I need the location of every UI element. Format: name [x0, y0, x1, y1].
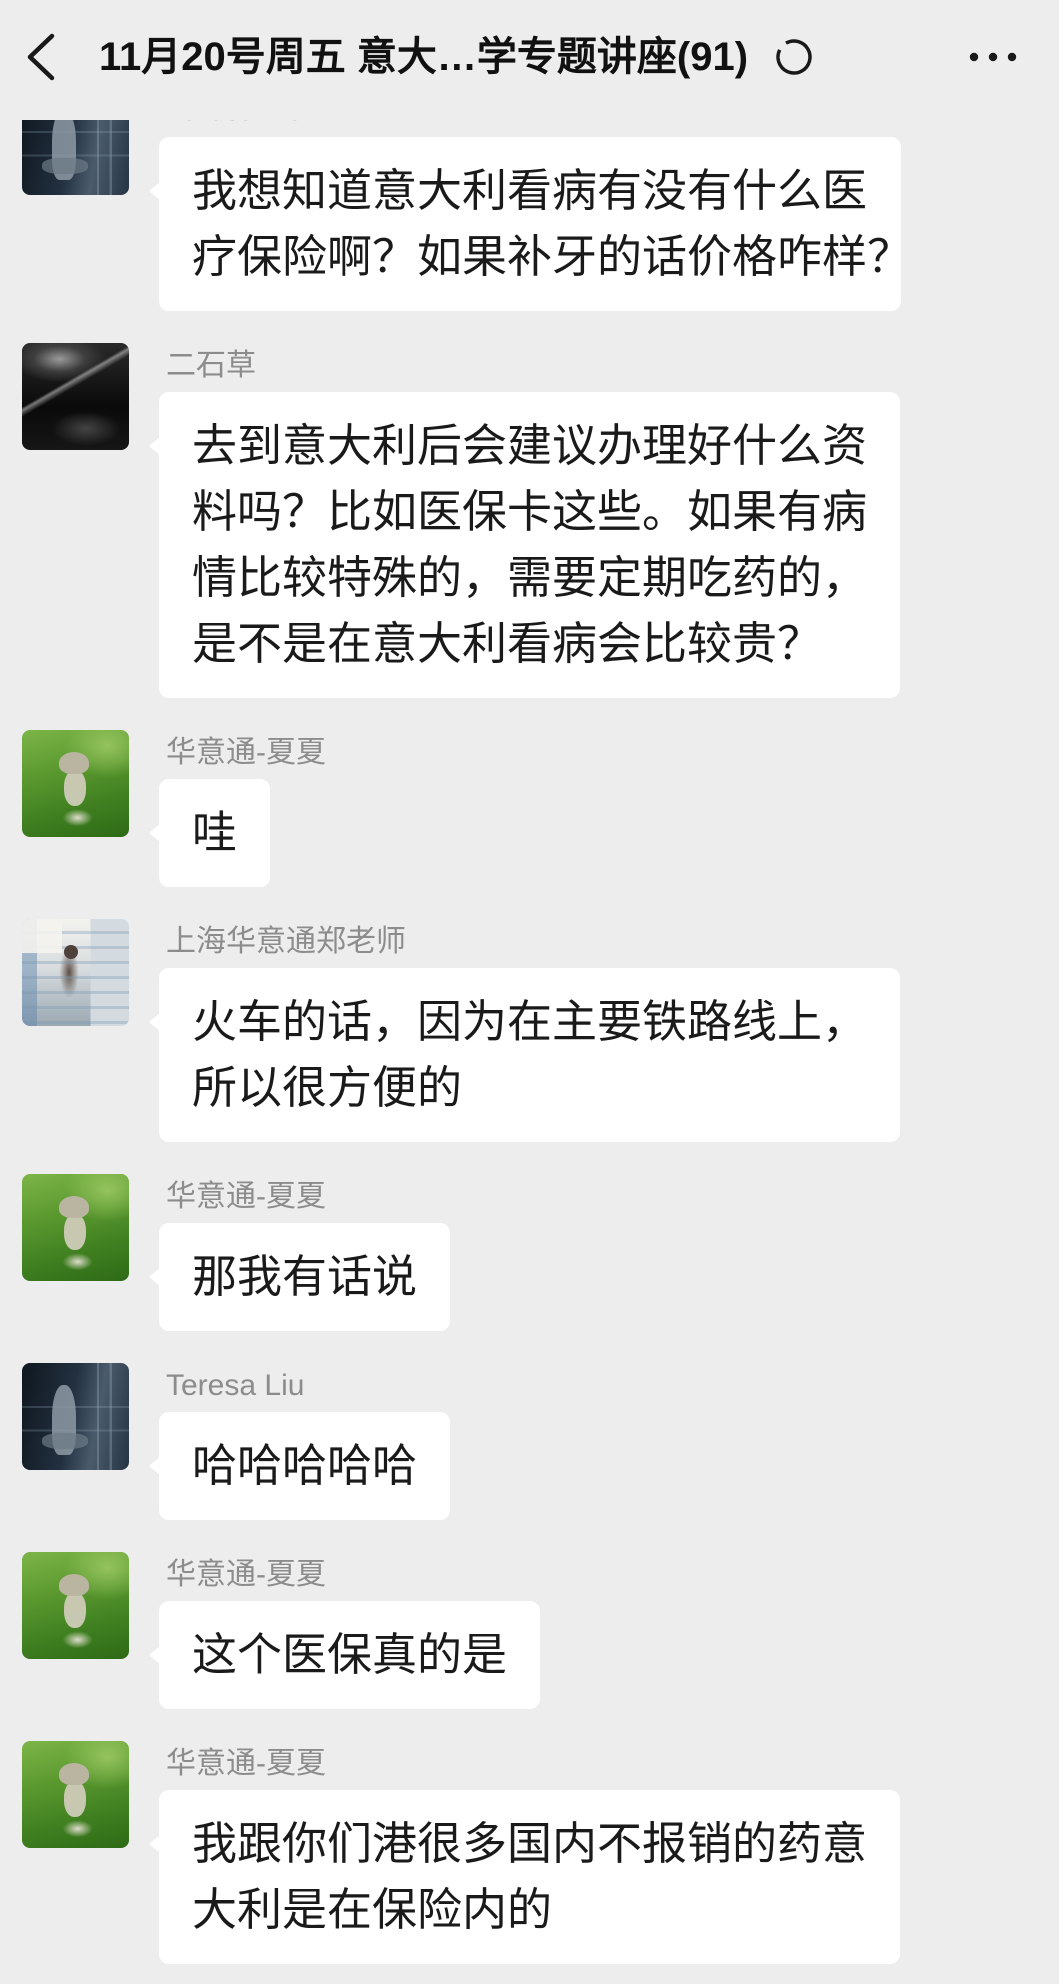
sender-name: Teresa Liu: [166, 1369, 305, 1402]
loading-ring-icon: [776, 39, 812, 75]
message-body: 华意通-夏夏 那我有话说: [148, 1174, 1059, 1331]
message-bubble[interactable]: 我想知道意大利看病有没有什么医 疗保险啊？如果补牙的话价格咋样？: [149, 137, 913, 311]
message-body: Teresa Liu 哈哈哈哈哈: [148, 1363, 1059, 1520]
message-text-line: 这个医保真的是: [192, 1629, 508, 1680]
chat-screen: 11月20号周五 意大…学专题讲座(91) Teresa Liu 我想知道意大利…: [0, 0, 1059, 1984]
message-bubble[interactable]: 去到意大利后会建议办理好什么资 料吗？比如医保卡这些。如果有病 情比较特殊的，需…: [148, 392, 901, 698]
message-list[interactable]: Teresa Liu 我想知道意大利看病有没有什么医 疗保险啊？如果补牙的话价格…: [0, 88, 1059, 1984]
message-bubble[interactable]: 那我有话说: [148, 1223, 451, 1331]
sender-name: 二石草: [166, 349, 256, 382]
title-group: 11月20号周五 意大…学专题讲座(91): [99, 32, 814, 82]
message-text-line: 所以很方便的: [192, 1062, 463, 1113]
message-body: 华意通-夏夏 我跟你们港很多国内不报销的药意 大利是在保险内的: [148, 1741, 1059, 1964]
message-bubble[interactable]: 我跟你们港很多国内不报销的药意 大利是在保险内的: [148, 1790, 901, 1964]
message-text-line: 哇: [192, 807, 238, 858]
message-item: 华意通-夏夏 哇: [0, 730, 1059, 887]
chat-title: 11月20号周五 意大…学专题讲座(91): [99, 35, 749, 79]
message-item: 华意通-夏夏 那我有话说: [0, 1174, 1059, 1331]
message-body: 华意通-夏夏 这个医保真的是: [148, 1552, 1059, 1709]
avatar[interactable]: [22, 343, 129, 450]
back-button[interactable]: [18, 30, 66, 84]
message-text-line: 疗保险啊？如果补牙的话价格咋样？: [192, 231, 913, 282]
avatar[interactable]: [22, 1741, 129, 1848]
message-item: Teresa Liu 我想知道意大利看病有没有什么医 疗保险啊？如果补牙的话价格…: [0, 88, 1059, 311]
message-body: 上海华意通郑老师 火车的话，因为在主要铁路线上， 所以很方便的: [148, 919, 1059, 1142]
chevron-left-icon: [27, 33, 55, 81]
message-item: 二石草 去到意大利后会建议办理好什么资 料吗？比如医保卡这些。如果有病 情比较特…: [0, 343, 1059, 698]
message-body: 华意通-夏夏 哇: [148, 730, 1059, 887]
message-text-line: 那我有话说: [192, 1251, 418, 1302]
message-item: 华意通-夏夏 我跟你们港很多国内不报销的药意 大利是在保险内的: [0, 1741, 1059, 1964]
message-text-line: 我跟你们港很多国内不报销的药意: [192, 1818, 868, 1869]
navigation-bar: 11月20号周五 意大…学专题讲座(91): [0, 0, 1059, 120]
sender-name: 华意通-夏夏: [166, 1747, 326, 1780]
message-text-line: 火车的话，因为在主要铁路线上，: [192, 996, 868, 1047]
message-item: 上海华意通郑老师 火车的话，因为在主要铁路线上， 所以很方便的: [0, 919, 1059, 1142]
message-text-line: 是不是在意大利看病会比较贵？: [192, 618, 823, 669]
message-text-line: 大利是在保险内的: [192, 1884, 553, 1935]
message-text-line: 料吗？比如医保卡这些。如果有病: [192, 486, 868, 537]
message-body: Teresa Liu 我想知道意大利看病有没有什么医 疗保险啊？如果补牙的话价格…: [149, 88, 1059, 311]
message-body: 二石草 去到意大利后会建议办理好什么资 料吗？比如医保卡这些。如果有病 情比较特…: [148, 343, 1059, 698]
sender-name: 华意通-夏夏: [166, 1180, 326, 1213]
avatar[interactable]: [22, 919, 129, 1026]
avatar[interactable]: [22, 730, 129, 837]
message-text-line: 去到意大利后会建议办理好什么资: [192, 420, 868, 471]
sender-name: 华意通-夏夏: [166, 736, 326, 769]
message-text-line: 哈哈哈哈哈: [192, 1440, 418, 1491]
sender-name: 华意通-夏夏: [166, 1558, 326, 1591]
message-bubble[interactable]: 火车的话，因为在主要铁路线上， 所以很方便的: [148, 968, 901, 1142]
message-bubble[interactable]: 这个医保真的是: [148, 1601, 541, 1709]
sender-name: 上海华意通郑老师: [166, 925, 406, 958]
message-item: 华意通-夏夏 这个医保真的是: [0, 1552, 1059, 1709]
avatar[interactable]: [22, 1552, 129, 1659]
message-item: Teresa Liu 哈哈哈哈哈: [0, 1363, 1059, 1520]
more-button[interactable]: [960, 37, 1024, 77]
message-bubble[interactable]: 哇: [148, 779, 271, 887]
message-text-line: 我想知道意大利看病有没有什么医: [192, 165, 868, 216]
message-text-line: 情比较特殊的，需要定期吃药的，: [192, 552, 868, 603]
avatar[interactable]: [22, 1174, 129, 1281]
avatar[interactable]: [22, 1363, 129, 1470]
more-dots-icon: [969, 52, 1017, 62]
message-bubble[interactable]: 哈哈哈哈哈: [148, 1412, 451, 1520]
